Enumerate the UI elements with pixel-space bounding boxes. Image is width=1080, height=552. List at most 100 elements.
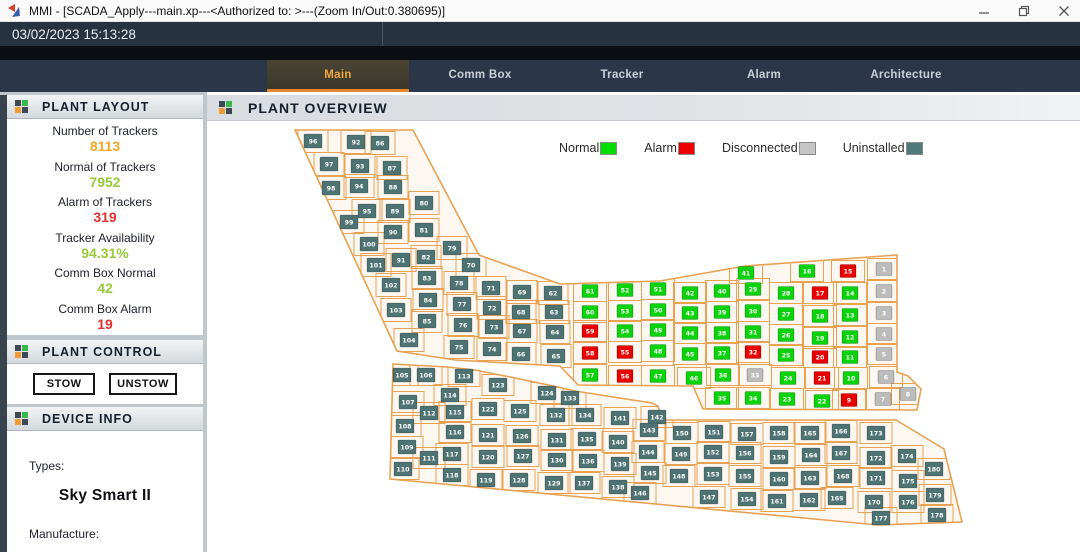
close-button[interactable] [1056, 3, 1072, 19]
map-tile-22[interactable]: 22 [814, 395, 830, 408]
map-tile-64[interactable]: 64 [546, 325, 564, 339]
map-tile-78[interactable]: 78 [450, 276, 468, 290]
map-tile-180[interactable]: 180 [925, 462, 943, 476]
map-tile-157[interactable]: 157 [738, 427, 756, 441]
map-tile-61[interactable]: 61 [582, 285, 598, 298]
map-tile-159[interactable]: 159 [770, 450, 788, 464]
map-tile-97[interactable]: 97 [320, 157, 338, 171]
map-tile-134[interactable]: 134 [576, 408, 594, 422]
map-tile-147[interactable]: 147 [700, 490, 718, 504]
map-tile-73[interactable]: 73 [485, 320, 503, 334]
map-tile-175[interactable]: 175 [899, 474, 917, 488]
map-tile-107[interactable]: 107 [399, 395, 417, 409]
map-tile-148[interactable]: 148 [670, 469, 688, 483]
map-tile-87[interactable]: 87 [383, 161, 401, 175]
map-tile-111[interactable]: 111 [420, 451, 438, 465]
map-tile-88[interactable]: 88 [384, 180, 402, 194]
map-tile-122[interactable]: 122 [479, 402, 497, 416]
map-tile-89[interactable]: 89 [386, 204, 404, 218]
map-tile-171[interactable]: 171 [867, 471, 885, 485]
map-tile-24[interactable]: 24 [780, 372, 796, 385]
map-tile-50[interactable]: 50 [650, 304, 666, 317]
map-tile-161[interactable]: 161 [768, 494, 786, 508]
map-tile-14[interactable]: 14 [842, 287, 858, 300]
map-tile-56[interactable]: 56 [617, 370, 633, 383]
map-tile-169[interactable]: 169 [828, 491, 846, 505]
map-tile-172[interactable]: 172 [867, 451, 885, 465]
map-tile-158[interactable]: 158 [770, 426, 788, 440]
map-tile-4[interactable]: 4 [876, 328, 892, 341]
map-tile-37[interactable]: 37 [714, 347, 730, 360]
map-tile-60[interactable]: 60 [582, 306, 598, 319]
map-tile-94[interactable]: 94 [350, 179, 368, 193]
map-tile-31[interactable]: 31 [745, 326, 761, 339]
map-tile-109[interactable]: 109 [398, 440, 416, 454]
map-tile-72[interactable]: 72 [483, 301, 501, 315]
map-tile-130[interactable]: 130 [548, 453, 566, 467]
map-tile-90[interactable]: 90 [384, 225, 402, 239]
map-tile-12[interactable]: 12 [842, 331, 858, 344]
map-tile-164[interactable]: 164 [802, 448, 820, 462]
map-tile-119[interactable]: 119 [477, 473, 495, 487]
map-tile-54[interactable]: 54 [617, 325, 633, 338]
map-tile-120[interactable]: 120 [479, 450, 497, 464]
map-tile-173[interactable]: 173 [867, 426, 885, 440]
map-tile-26[interactable]: 26 [778, 329, 794, 342]
map-tile-146[interactable]: 146 [631, 486, 649, 500]
map-tile-92[interactable]: 92 [347, 135, 365, 149]
map-tile-47[interactable]: 47 [650, 370, 666, 383]
map-tile-166[interactable]: 166 [832, 424, 850, 438]
map-tile-132[interactable]: 132 [547, 408, 565, 422]
map-tile-36[interactable]: 36 [715, 369, 731, 382]
map-tile-52[interactable]: 52 [617, 284, 633, 297]
map-tile-38[interactable]: 38 [714, 327, 730, 340]
map-tile-59[interactable]: 59 [582, 325, 598, 338]
map-tile-15[interactable]: 15 [840, 265, 856, 278]
map-tile-6[interactable]: 6 [878, 371, 894, 384]
map-tile-46[interactable]: 46 [686, 372, 702, 385]
map-tile-121[interactable]: 121 [479, 428, 497, 442]
map-tile-102[interactable]: 102 [382, 278, 400, 292]
map-tile-142[interactable]: 142 [648, 410, 666, 424]
map-tile-82[interactable]: 82 [417, 250, 435, 264]
map-tile-85[interactable]: 85 [418, 314, 436, 328]
map-tile-7[interactable]: 7 [875, 393, 891, 406]
map-tile-98[interactable]: 98 [322, 181, 340, 195]
map-tile-168[interactable]: 168 [834, 469, 852, 483]
map-tile-140[interactable]: 140 [609, 435, 627, 449]
map-tile-42[interactable]: 42 [682, 287, 698, 300]
map-tile-5[interactable]: 5 [876, 348, 892, 361]
map-tile-34[interactable]: 34 [745, 392, 761, 405]
map-tile-110[interactable]: 110 [394, 462, 412, 476]
map-tile-144[interactable]: 144 [639, 445, 657, 459]
tab-comm-box[interactable]: Comm Box [409, 60, 551, 92]
map-tile-63[interactable]: 63 [545, 305, 563, 319]
map-tile-176[interactable]: 176 [899, 495, 917, 509]
map-tile-58[interactable]: 58 [582, 347, 598, 360]
map-tile-86[interactable]: 86 [371, 136, 389, 150]
map-tile-9[interactable]: 9 [841, 394, 857, 407]
map-tile-35[interactable]: 35 [714, 392, 730, 405]
map-tile-69[interactable]: 69 [513, 285, 531, 299]
map-tile-105[interactable]: 105 [393, 368, 411, 382]
map-tile-179[interactable]: 179 [926, 488, 944, 502]
map-tile-165[interactable]: 165 [801, 426, 819, 440]
map-tile-100[interactable]: 100 [360, 237, 378, 251]
stow-button[interactable]: STOW [33, 373, 95, 395]
map-tile-2[interactable]: 2 [876, 285, 892, 298]
map-tile-103[interactable]: 103 [387, 303, 405, 317]
map-tile-53[interactable]: 53 [617, 305, 633, 318]
map-tile-25[interactable]: 25 [778, 349, 794, 362]
map-tile-81[interactable]: 81 [415, 223, 433, 237]
map-tile-18[interactable]: 18 [812, 310, 828, 323]
map-tile-156[interactable]: 156 [736, 446, 754, 460]
map-tile-117[interactable]: 117 [443, 447, 461, 461]
map-tile-129[interactable]: 129 [545, 476, 563, 490]
map-tile-27[interactable]: 27 [778, 308, 794, 321]
map-tile-74[interactable]: 74 [483, 342, 501, 356]
map-tile-13[interactable]: 13 [842, 309, 858, 322]
map-tile-66[interactable]: 66 [512, 347, 530, 361]
map-tile-137[interactable]: 137 [575, 476, 593, 490]
map-tile-99[interactable]: 99 [340, 215, 358, 229]
map-tile-3[interactable]: 3 [876, 307, 892, 320]
